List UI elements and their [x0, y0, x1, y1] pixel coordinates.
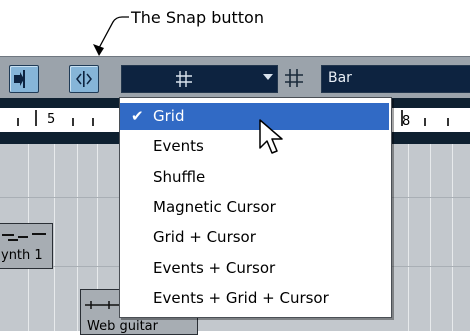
ruler-label-8: 8 [402, 114, 411, 129]
event-label: ynth 1 [1, 248, 43, 263]
snap-icon [76, 71, 92, 87]
grid-line [54, 144, 55, 331]
grid-line [430, 144, 431, 331]
menu-item-grid-cursor[interactable]: Grid + Cursor [120, 224, 389, 251]
arrows-to-line-icon [14, 70, 25, 88]
project-toolbar: Bar [0, 56, 470, 99]
grid-type-value: Bar [328, 70, 352, 86]
mouse-pointer-icon [259, 119, 283, 154]
menu-item-events-grid-cursor[interactable]: Events + Grid + Cursor [120, 285, 389, 312]
grid-line [77, 144, 78, 331]
menu-item-shuffle[interactable]: Shuffle [120, 164, 389, 191]
ruler-label-5: 5 [47, 112, 56, 127]
snap-type-menu: ✔ Grid Events Shuffle Magnetic Cursor Gr… [119, 97, 392, 318]
menu-item-label: Grid [153, 107, 185, 125]
menu-item-grid[interactable]: ✔ Grid [120, 103, 389, 130]
menu-item-label: Magnetic Cursor [153, 198, 276, 216]
menu-item-label: Grid + Cursor [153, 228, 256, 246]
menu-item-magnetic-cursor[interactable]: Magnetic Cursor [120, 194, 389, 221]
snap-button-callout: The Snap button [131, 8, 264, 27]
grid-hash-icon [176, 71, 192, 87]
menu-item-label: Events [153, 137, 204, 155]
grid-line [452, 144, 453, 331]
midi-event[interactable]: ynth 1 [0, 223, 53, 269]
menu-item-label: Events + Grid + Cursor [153, 289, 329, 307]
event-label: Web guitar [87, 319, 158, 334]
menu-item-events-cursor[interactable]: Events + Cursor [120, 255, 389, 282]
midi-notes-icon [2, 233, 46, 241]
grid-line [408, 144, 409, 331]
checkmark-icon: ✔ [131, 107, 144, 125]
snap-button[interactable] [69, 65, 99, 93]
autoscroll-button[interactable] [9, 65, 39, 93]
menu-item-label: Events + Cursor [153, 259, 276, 277]
grid-type-dropdown[interactable]: Bar [321, 65, 470, 93]
menu-item-events[interactable]: Events [120, 133, 389, 160]
menu-item-label: Shuffle [153, 168, 206, 186]
chevron-down-icon [263, 74, 273, 80]
grid-type-icon [285, 69, 303, 87]
snap-type-dropdown[interactable] [121, 65, 278, 93]
